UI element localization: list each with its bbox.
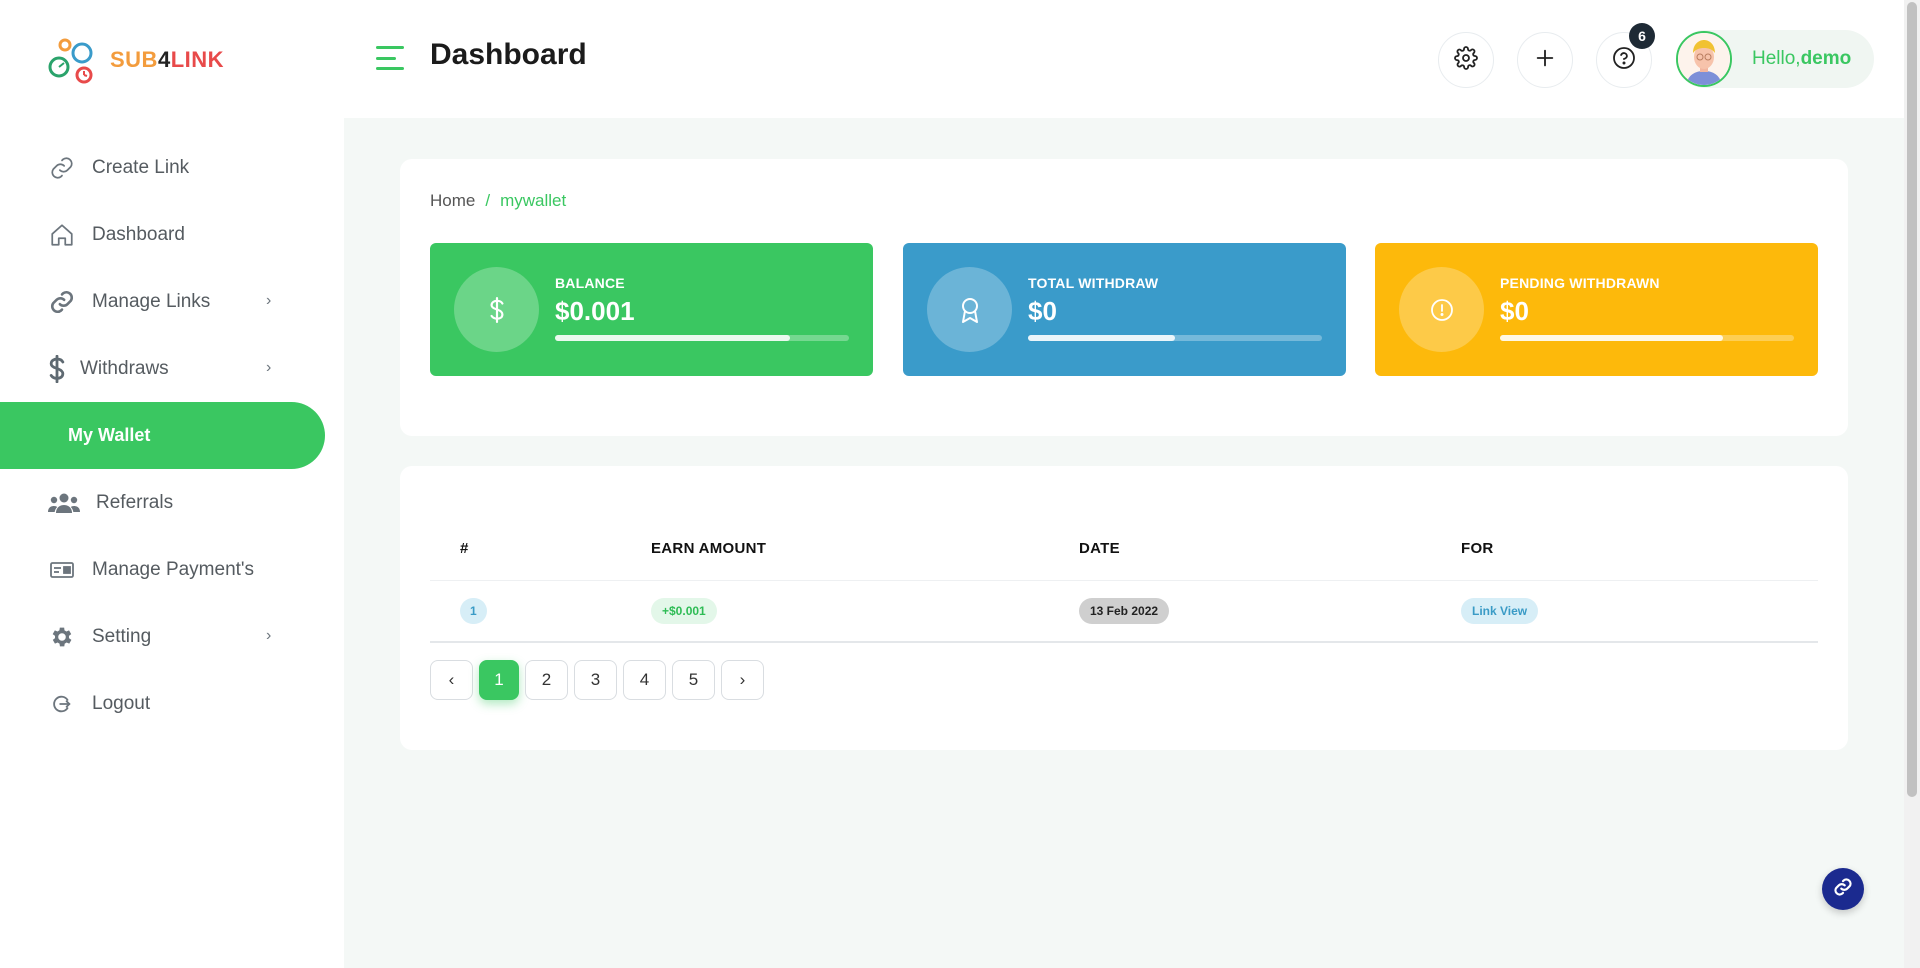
stat-label: TOTAL WITHDRAW: [1028, 275, 1159, 291]
menu-toggle-icon[interactable]: [376, 46, 404, 70]
row-date: 13 Feb 2022: [1079, 597, 1170, 624]
sidebar-item-manage-payments[interactable]: Manage Payment's: [0, 536, 344, 603]
pagination-page-5[interactable]: 5: [672, 660, 715, 700]
award-icon: [927, 267, 1012, 352]
stat-progress: [1028, 335, 1322, 341]
stat-value: $0.001: [555, 296, 635, 326]
column-header-index: #: [430, 516, 651, 581]
home-icon: [48, 221, 76, 249]
pagination-page-2[interactable]: 2: [525, 660, 568, 700]
wallet-summary-card: Home / mywallet BALANCE $0.001 TOTAL WIT…: [400, 159, 1848, 436]
sidebar-item-logout[interactable]: Logout: [0, 670, 344, 737]
user-greeting: Hello,demo: [1752, 48, 1851, 70]
pagination-next-button[interactable]: ›: [721, 660, 764, 700]
sidebar-item-label: Manage Links: [92, 290, 211, 312]
chevron-right-icon: ›: [266, 627, 272, 644]
avatar: [1676, 31, 1732, 87]
column-header-for: FOR: [1461, 516, 1818, 581]
sidebar-item-label: Logout: [92, 692, 151, 714]
sidebar-item-label: My Wallet: [68, 425, 151, 445]
sidebar-item-label: Create Link: [92, 156, 190, 178]
greeting-text: Hello,: [1752, 48, 1801, 69]
sidebar-item-setting[interactable]: Setting ›: [0, 603, 344, 670]
chevron-right-icon: ›: [266, 359, 272, 376]
brand-name: SUB4LINK: [110, 47, 224, 73]
notification-badge: 6: [1629, 23, 1655, 49]
breadcrumb-home[interactable]: Home: [430, 191, 475, 211]
question-circle-icon: [1612, 46, 1636, 75]
scrollbar-thumb[interactable]: [1907, 2, 1917, 797]
chevron-right-icon: ›: [266, 292, 272, 309]
alert-circle-icon: [1399, 267, 1484, 352]
sidebar-item-label: Dashboard: [92, 223, 185, 245]
sidebar-item-create-link[interactable]: Create Link: [0, 134, 344, 201]
sidebar-item-label: Withdraws: [80, 357, 169, 379]
top-header: Dashboard 6 Hello,demo: [344, 0, 1904, 118]
users-icon: [48, 489, 80, 517]
stat-balance: BALANCE $0.001: [430, 243, 873, 376]
column-header-date: DATE: [1079, 516, 1461, 581]
pagination: ‹ 1 2 3 4 5 ›: [430, 660, 770, 700]
pagination-prev-button[interactable]: ‹: [430, 660, 473, 700]
plus-icon: [1534, 47, 1556, 74]
sidebar-item-my-wallet[interactable]: My Wallet: [0, 402, 325, 469]
table-row: 1 +$0.001 13 Feb 2022 Link View: [430, 580, 1818, 643]
gear-icon: [48, 623, 76, 651]
stat-pending-withdrawn: PENDING WITHDRAWN $0: [1375, 243, 1818, 376]
dollar-icon: [48, 354, 66, 383]
dollar-icon: [454, 267, 539, 352]
breadcrumb-separator: /: [485, 191, 491, 210]
link-icon: [48, 154, 76, 182]
stat-progress: [1500, 335, 1794, 341]
pagination-page-3[interactable]: 3: [574, 660, 617, 700]
brand-logo[interactable]: SUB4LINK: [48, 36, 224, 84]
brand-name-part2: 4: [157, 47, 171, 72]
sidebar-item-manage-links[interactable]: Manage Links ›: [0, 268, 344, 335]
row-for: Link View: [1461, 597, 1539, 624]
breadcrumb-current: mywallet: [500, 191, 567, 210]
help-button[interactable]: 6: [1596, 23, 1655, 88]
gear-icon: [1454, 45, 1478, 75]
stat-progress-fill: [1500, 335, 1724, 341]
stat-label: PENDING WITHDRAWN: [1500, 275, 1660, 291]
stat-label: BALANCE: [555, 275, 625, 291]
floating-link-button[interactable]: [1822, 868, 1864, 910]
table-header-row: # EARN AMOUNT DATE FOR: [430, 516, 1818, 581]
sidebar: SUB4LINK Create Link Dashboard Manage Li…: [0, 0, 344, 968]
sidebar-item-label: Referrals: [96, 491, 174, 513]
sidebar-item-dashboard[interactable]: Dashboard: [0, 201, 344, 268]
row-earn-amount: +$0.001: [651, 597, 717, 624]
logo-icon: [48, 36, 96, 84]
stat-progress-fill: [1028, 335, 1175, 341]
row-index: 1: [460, 597, 487, 624]
page-title: Dashboard: [430, 38, 587, 71]
stat-progress: [555, 335, 849, 341]
user-menu[interactable]: Hello,demo: [1676, 30, 1874, 88]
breadcrumb: Home / mywallet: [430, 191, 566, 211]
earnings-table-card: # EARN AMOUNT DATE FOR 1 +$0.001 13 Feb …: [400, 466, 1848, 750]
settings-button[interactable]: [1438, 32, 1494, 88]
chain-icon: [48, 288, 76, 316]
stat-value: $0: [1500, 296, 1529, 326]
stat-progress-fill: [555, 335, 791, 341]
stat-total-withdraw: TOTAL WITHDRAW $0: [903, 243, 1346, 376]
page-scrollbar[interactable]: [1904, 0, 1920, 968]
brand-name-part1: SUB: [110, 47, 158, 72]
sidebar-item-referrals[interactable]: Referrals: [0, 469, 344, 536]
link-icon: [1833, 877, 1853, 902]
card-icon: [48, 556, 76, 584]
logout-icon: [48, 690, 76, 718]
column-header-earn-amount: EARN AMOUNT: [651, 516, 1079, 581]
earnings-table: # EARN AMOUNT DATE FOR 1 +$0.001 13 Feb …: [430, 516, 1818, 643]
sidebar-item-label: Manage Payment's: [92, 558, 255, 580]
add-button[interactable]: [1517, 32, 1573, 88]
sidebar-item-withdraws[interactable]: Withdraws ›: [0, 335, 344, 402]
pagination-page-4[interactable]: 4: [623, 660, 666, 700]
username: demo: [1800, 48, 1852, 69]
brand-name-part3: LINK: [170, 47, 225, 72]
sidebar-item-label: Setting: [92, 625, 152, 647]
sidebar-nav: Create Link Dashboard Manage Links › Wit…: [0, 134, 344, 737]
stat-value: $0: [1028, 296, 1057, 326]
pagination-page-1[interactable]: 1: [479, 660, 519, 700]
